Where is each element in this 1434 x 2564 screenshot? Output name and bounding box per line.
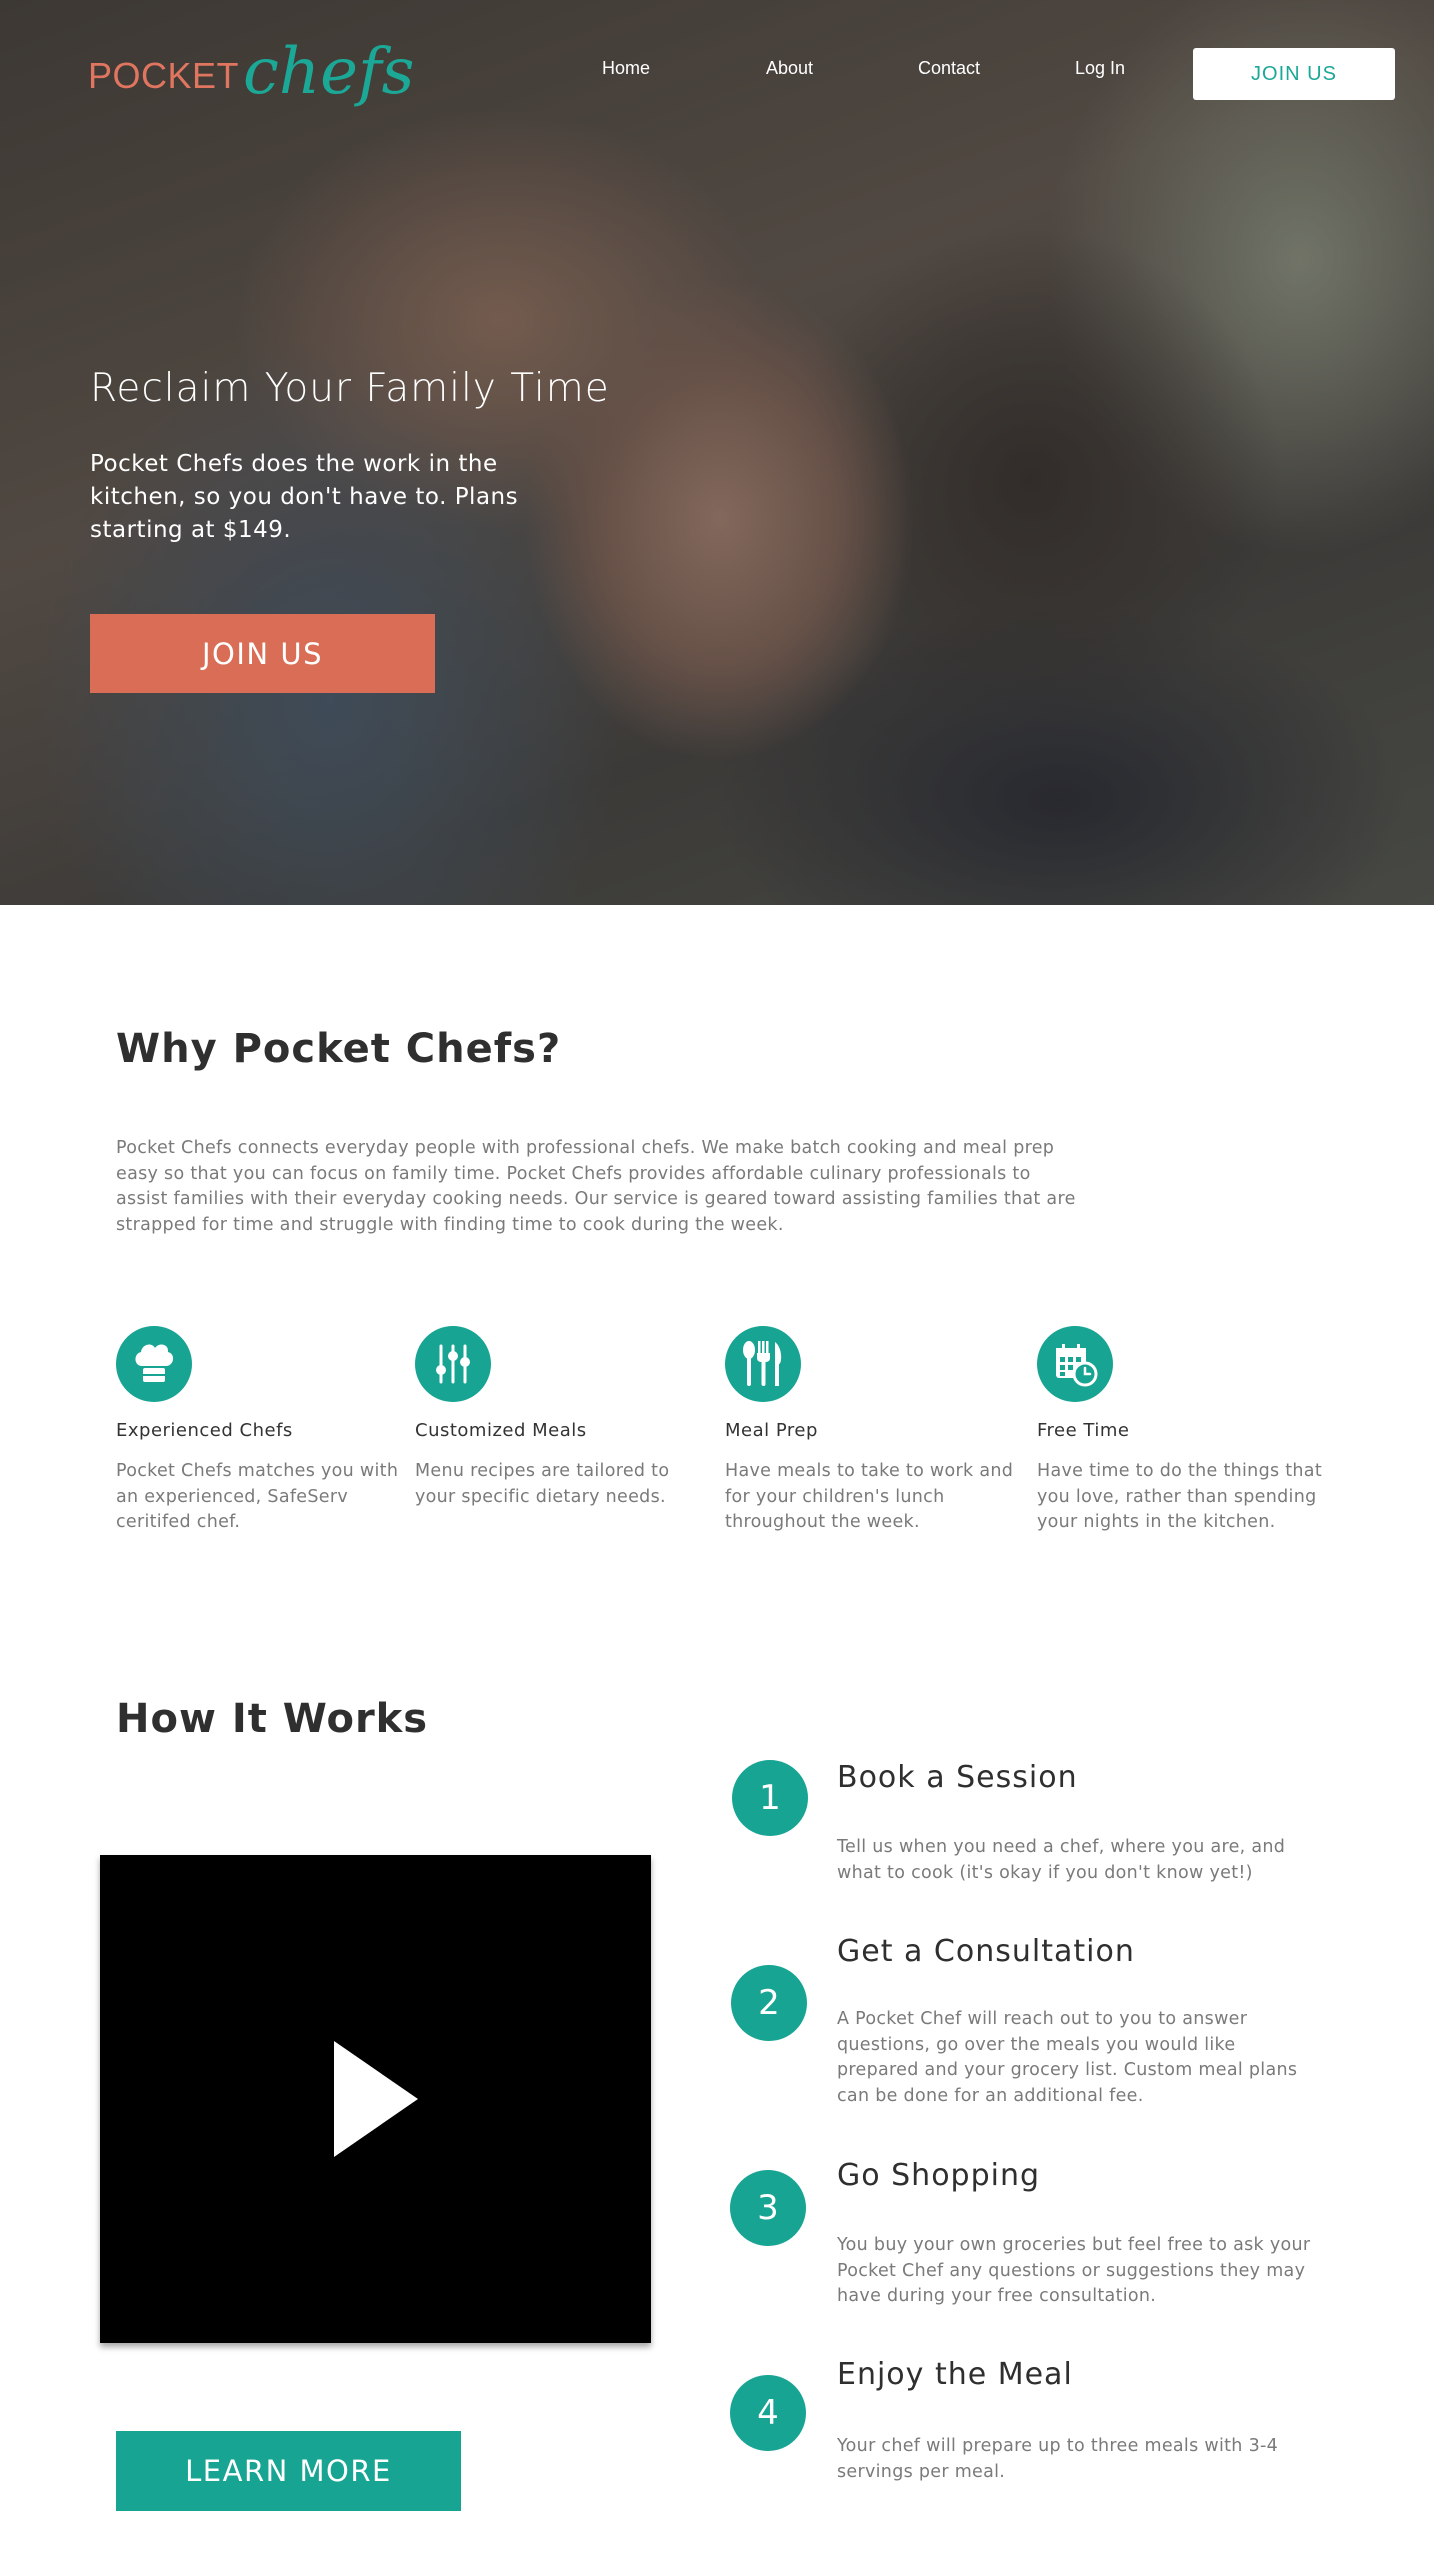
feature-desc: Pocket Chefs matches you with an experie… [116, 1461, 399, 1532]
chef-hat-icon [116, 1326, 192, 1402]
feature-desc: Menu recipes are tailored to your specif… [415, 1461, 670, 1507]
calendar-clock-icon [1037, 1326, 1113, 1402]
sliders-icon [415, 1326, 491, 1402]
step-number: 1 [732, 1760, 808, 1836]
nav-login[interactable]: Log In [1075, 58, 1125, 79]
logo-script: chefs [243, 35, 415, 109]
play-icon[interactable] [333, 2041, 418, 2157]
feature-title: Customized Meals [415, 1420, 587, 1441]
logo[interactable]: POCKET chefs [88, 22, 415, 114]
step-number: 2 [731, 1965, 807, 2041]
why-title: Why Pocket Chefs? [116, 1026, 562, 1072]
step-desc: Your chef will prepare up to three meals… [837, 2436, 1279, 2482]
step-title: Go Shopping [837, 2158, 1041, 2193]
step-title: Book a Session [837, 1760, 1078, 1795]
nav-about[interactable]: About [766, 58, 813, 79]
step-desc: Tell us when you need a chef, where you … [837, 1837, 1286, 1883]
hero-section: POCKET chefs Home About Contact Log In J… [0, 0, 1434, 905]
feature-meal-prep: Meal Prep Have meals to take to work and… [725, 1326, 1015, 1536]
feature-customized-meals: Customized Meals Menu recipes are tailor… [415, 1326, 705, 1510]
feature-experienced-chefs: Experienced Chefs Pocket Chefs matches y… [116, 1326, 406, 1536]
step-number: 4 [730, 2375, 806, 2451]
nav-join-button[interactable]: JOIN US [1193, 48, 1395, 100]
how-title: How It Works [116, 1696, 429, 1742]
nav-home[interactable]: Home [602, 58, 650, 79]
utensils-icon [725, 1326, 801, 1402]
step-title: Enjoy the Meal [837, 2357, 1073, 2392]
hero-join-button[interactable]: JOIN US [90, 614, 435, 693]
logo-word: POCKET [88, 55, 240, 96]
learn-more-button[interactable]: LEARN MORE [116, 2431, 461, 2511]
step-desc: You buy your own groceries but feel free… [837, 2235, 1311, 2306]
feature-title: Free Time [1037, 1420, 1130, 1441]
why-body: Pocket Chefs connects everyday people wi… [116, 1138, 1076, 1235]
hero-subtitle: Pocket Chefs does the work in the kitche… [90, 451, 519, 543]
step-desc: A Pocket Chef will reach out to you to a… [837, 2009, 1298, 2106]
step-number: 3 [730, 2170, 806, 2246]
feature-title: Experienced Chefs [116, 1420, 293, 1441]
step-title: Get a Consultation [837, 1934, 1135, 1969]
feature-desc: Have meals to take to work and for your … [725, 1461, 1014, 1532]
nav-contact[interactable]: Contact [918, 58, 980, 79]
hero-title: Reclaim Your Family Time [90, 366, 610, 411]
feature-free-time: Free Time Have time to do the things tha… [1037, 1326, 1327, 1536]
feature-desc: Have time to do the things that you love… [1037, 1461, 1322, 1532]
feature-title: Meal Prep [725, 1420, 818, 1441]
video-player[interactable] [100, 1855, 651, 2343]
